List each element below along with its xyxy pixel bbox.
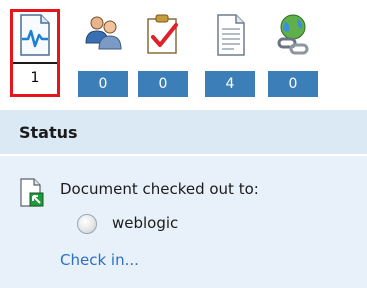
users-count: 0 — [78, 68, 128, 97]
status-panel: Status Document checked out to: weblogic… — [0, 110, 367, 288]
status-header: Status — [0, 110, 367, 156]
checklist-tool-button[interactable]: 0 — [138, 9, 188, 97]
status-body: Document checked out to: weblogic Check … — [0, 156, 367, 288]
activity-tool-button[interactable]: 1 — [10, 9, 60, 97]
documents-tool-button[interactable]: 4 — [205, 9, 255, 97]
checklist-icon — [147, 14, 178, 54]
user-status-radio[interactable] — [77, 214, 97, 234]
users-tool-button[interactable]: 0 — [78, 9, 128, 97]
checked-out-label: Document checked out to: — [60, 180, 259, 198]
links-count: 0 — [268, 68, 318, 97]
check-in-link[interactable]: Check in... — [60, 251, 139, 269]
checklist-count: 0 — [138, 68, 188, 97]
activity-chart-icon — [20, 14, 50, 56]
links-tool-button[interactable]: 0 — [268, 9, 318, 97]
checked-out-user: weblogic — [112, 214, 179, 232]
activity-count: 1 — [13, 62, 57, 94]
status-title: Status — [19, 123, 78, 142]
globe-link-icon — [277, 14, 309, 55]
users-icon — [85, 16, 122, 50]
document-icon — [217, 14, 245, 56]
documents-count: 4 — [205, 68, 255, 97]
checked-out-document-icon — [20, 178, 44, 207]
toolbar: 1 0 0 4 0 — [0, 0, 367, 103]
